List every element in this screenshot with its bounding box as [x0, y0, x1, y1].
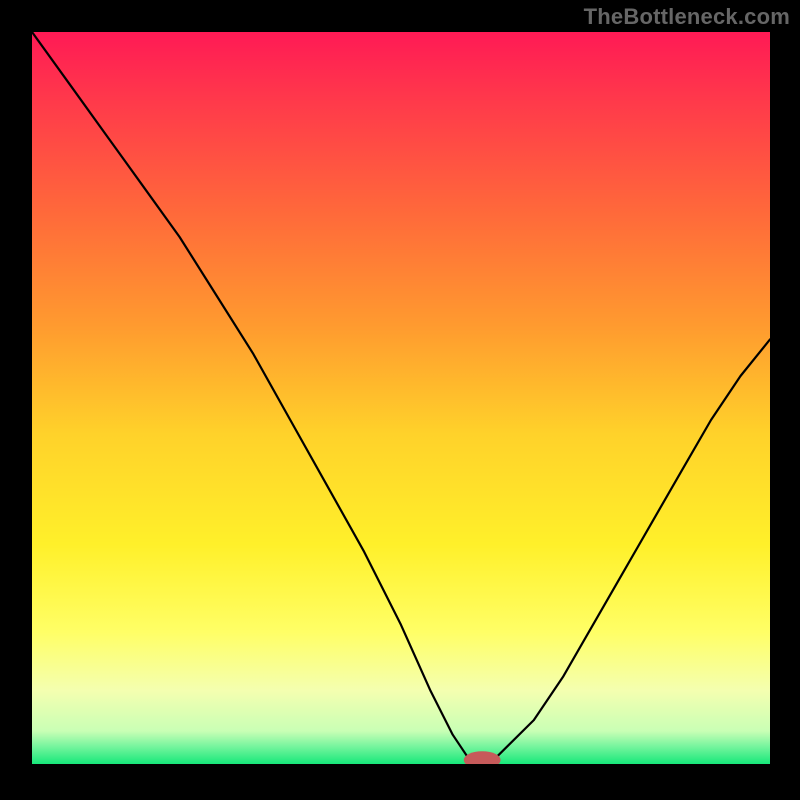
chart-svg — [32, 32, 770, 764]
chart-frame: TheBottleneck.com — [0, 0, 800, 800]
plot-area — [32, 32, 770, 764]
watermark-text: TheBottleneck.com — [584, 4, 790, 30]
gradient-background — [32, 32, 770, 764]
